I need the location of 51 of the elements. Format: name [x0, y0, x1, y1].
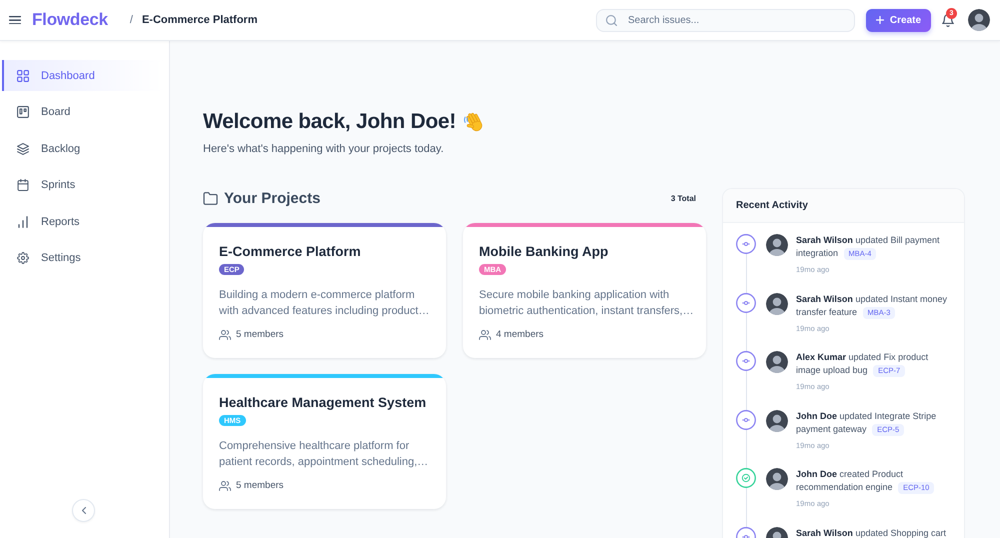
user-avatar [766, 468, 788, 490]
users-icon [479, 330, 491, 340]
notification-bell-icon[interactable] [942, 14, 954, 26]
project-description: Comprehensive healthcare platform for patient records, appointment scheduling,… [219, 439, 430, 470]
commit-icon [736, 292, 756, 313]
sidebar-nav-item[interactable]: Reports [2, 206, 165, 237]
welcome-heading: Welcome back, John Doe! [203, 109, 456, 135]
menu-icon[interactable] [9, 16, 21, 24]
users-icon [219, 330, 231, 340]
project-description: Building a modern e-commerce platform with advanced features including product… [219, 288, 430, 319]
calendar-icon [17, 179, 29, 191]
layers-icon [17, 142, 29, 154]
grid-icon [17, 70, 29, 82]
user-avatar[interactable] [968, 9, 990, 31]
section-title: Your Projects [224, 190, 320, 206]
project-title: Healthcare Management System [219, 394, 426, 411]
commit-icon [736, 351, 756, 372]
kanban-board-icon [17, 106, 29, 118]
sidebar-nav-item[interactable]: Board [2, 96, 165, 128]
project-title: Mobile Banking App [479, 243, 608, 260]
project-title: E-Commerce Platform [219, 243, 361, 260]
member-count: 5 members [236, 480, 284, 492]
user-avatar [766, 351, 788, 374]
user-avatar [766, 234, 788, 256]
user-avatar [766, 292, 788, 315]
project-total: 3 Total [670, 194, 696, 202]
chevron-left-icon [82, 507, 86, 514]
folder-icon [203, 192, 218, 204]
settings-icon [17, 252, 29, 264]
commit-icon [736, 234, 756, 254]
sidebar-nav-item[interactable]: Sprints [2, 170, 165, 200]
plus-icon [876, 16, 884, 24]
search-icon [606, 14, 617, 26]
check-circle-icon [736, 468, 756, 488]
welcome-subtitle: Here's what's happening with your projects today. [203, 142, 444, 156]
bar-chart-icon [17, 216, 29, 228]
panel-title: Recent Activity [736, 200, 808, 211]
member-count: 4 members [496, 329, 544, 341]
breadcrumb-current[interactable]: E-Commerce Platform [142, 14, 258, 26]
brand-name[interactable]: Flowdeck [32, 10, 108, 30]
activity-text: Sarah Wilson updated Shopping cart [796, 526, 948, 538]
sidebar-nav-item[interactable]: Settings [2, 242, 165, 274]
create-button[interactable]: Create [866, 8, 931, 32]
sidebar-nav-item[interactable]: Backlog [2, 133, 165, 164]
search-field[interactable]: Search issues... [596, 8, 855, 32]
member-count: 5 members [236, 329, 284, 341]
project-description: Secure mobile banking application with biometric authentication, instant transfers,… [479, 288, 694, 319]
user-avatar [766, 410, 788, 432]
breadcrumb-separator: / [130, 14, 133, 26]
users-icon [219, 481, 231, 491]
commit-icon [736, 410, 756, 430]
